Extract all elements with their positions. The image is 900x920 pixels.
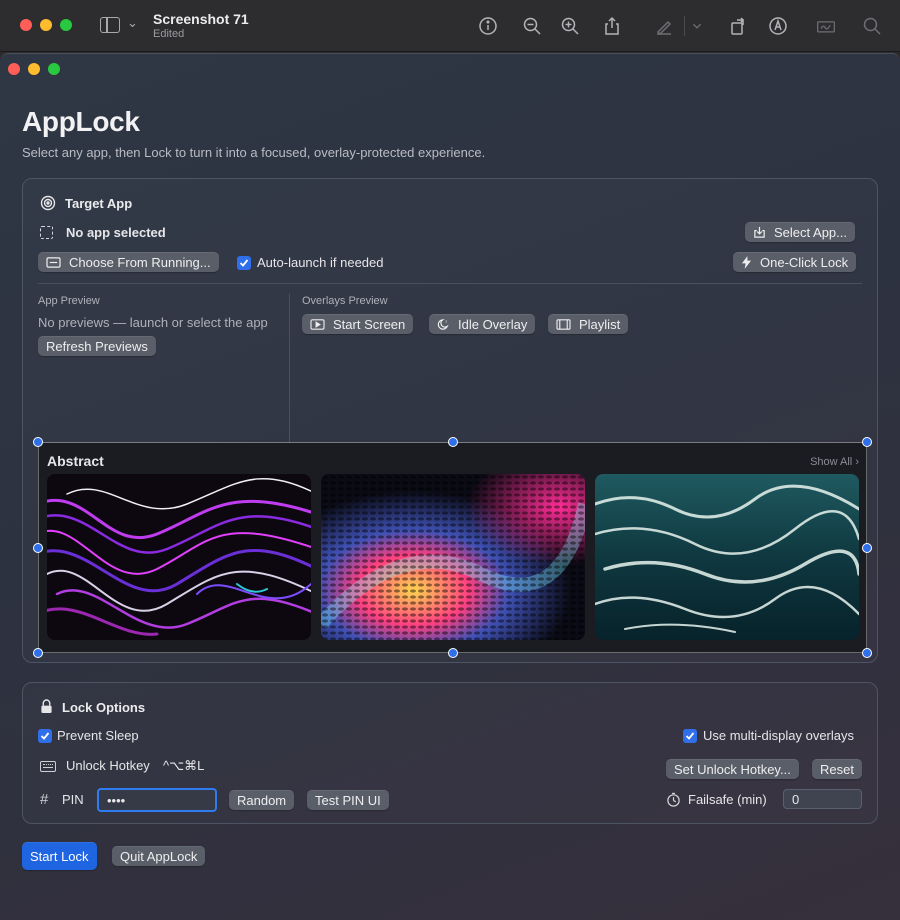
gallery-show-all-link[interactable]: Show All › xyxy=(810,456,859,468)
failsafe-minutes-field[interactable]: 0 xyxy=(783,789,862,809)
target-icon xyxy=(40,195,56,211)
refresh-previews-label: Refresh Previews xyxy=(46,338,148,354)
app-preview-label: App Preview xyxy=(38,295,100,307)
svg-text:z: z xyxy=(445,319,447,323)
start-lock-label: Start Lock xyxy=(30,848,89,864)
random-pin-label: Random xyxy=(237,792,287,808)
zoom-window-button[interactable] xyxy=(60,19,72,31)
multi-display-checkbox[interactable] xyxy=(683,729,697,743)
markup-pen-icon[interactable] xyxy=(652,14,676,38)
chevron-down-icon[interactable] xyxy=(688,14,706,38)
applock-window: AppLock Select any app, then Lock to tur… xyxy=(0,53,900,920)
bolt-icon xyxy=(741,255,752,269)
pin-label: PIN xyxy=(62,792,84,807)
auto-launch-label[interactable]: Auto-launch if needed xyxy=(257,255,383,270)
failsafe-label: Failsafe (min) xyxy=(688,792,767,807)
tab-playlist-label: Playlist xyxy=(579,316,621,332)
set-unlock-hotkey-button[interactable]: Set Unlock Hotkey... xyxy=(666,759,799,779)
applock-minimize-button[interactable] xyxy=(28,63,40,75)
keyboard-icon xyxy=(40,761,56,772)
one-click-lock-button[interactable]: One-Click Lock xyxy=(733,252,857,272)
pin-field[interactable]: •••• xyxy=(97,788,217,812)
zoom-out-icon[interactable] xyxy=(520,14,544,38)
info-icon[interactable] xyxy=(476,14,500,38)
refresh-previews-button[interactable]: Refresh Previews xyxy=(38,336,156,356)
reset-button[interactable]: Reset xyxy=(812,759,862,779)
list-icon xyxy=(46,256,61,269)
abstract-thumbnail-neon-lines[interactable] xyxy=(47,474,311,640)
tab-playlist[interactable]: Playlist xyxy=(548,314,629,334)
quit-applock-button[interactable]: Quit AppLock xyxy=(112,846,206,866)
test-pin-ui-button[interactable]: Test PIN UI xyxy=(307,790,389,810)
unlock-hotkey-label: Unlock Hotkey xyxy=(66,758,150,773)
lock-options-heading: Lock Options xyxy=(62,700,146,715)
resize-handle[interactable] xyxy=(862,543,872,553)
moon-icon: z xyxy=(437,318,450,331)
toolbar-separator xyxy=(684,16,685,36)
play-icon xyxy=(310,318,325,331)
resize-handle[interactable] xyxy=(862,648,872,658)
select-app-button[interactable]: Select App... xyxy=(745,222,855,242)
lock-options-card: Lock Options Prevent Sleep Use multi-dis… xyxy=(22,682,878,824)
choose-from-running-button[interactable]: Choose From Running... xyxy=(38,252,219,272)
resize-handle[interactable] xyxy=(33,648,43,658)
selection-placeholder-icon xyxy=(40,226,53,239)
multi-display-label[interactable]: Use multi-display overlays xyxy=(703,728,854,743)
overlays-preview-label: Overlays Preview xyxy=(302,295,388,307)
lock-icon xyxy=(40,699,53,719)
preview-toolbar: ⌄ Screenshot 71 Edited xyxy=(0,0,900,52)
minimize-window-button[interactable] xyxy=(40,19,52,31)
target-app-heading: Target App xyxy=(65,196,133,211)
start-lock-button[interactable]: Start Lock xyxy=(22,842,97,870)
markup-icon[interactable] xyxy=(766,14,790,38)
timer-icon xyxy=(666,792,681,812)
film-icon xyxy=(556,318,571,331)
choose-from-running-label: Choose From Running... xyxy=(69,254,211,270)
resize-handle[interactable] xyxy=(448,648,458,658)
sidebar-toggle-icon[interactable] xyxy=(100,17,120,33)
import-icon xyxy=(753,226,766,239)
divider xyxy=(38,283,862,284)
abstract-gallery-image[interactable]: Abstract Show All › xyxy=(38,443,867,653)
page-title: AppLock xyxy=(22,106,140,137)
tab-start-screen-label: Start Screen xyxy=(333,316,406,332)
tab-start-screen[interactable]: Start Screen xyxy=(302,314,414,334)
applock-close-button[interactable] xyxy=(8,63,20,75)
resize-handle[interactable] xyxy=(33,437,43,447)
random-pin-button[interactable]: Random xyxy=(229,790,295,810)
resize-handle[interactable] xyxy=(862,437,872,447)
abstract-thumbnail-water[interactable] xyxy=(595,474,859,640)
gallery-title: Abstract xyxy=(47,453,104,469)
search-icon[interactable] xyxy=(860,14,884,38)
tab-idle-overlay-label: Idle Overlay xyxy=(458,316,528,332)
close-window-button[interactable] xyxy=(20,19,32,31)
unlock-hotkey-value: ^⌥⌘L xyxy=(163,758,205,773)
resize-handle[interactable] xyxy=(33,543,43,553)
share-icon[interactable] xyxy=(600,14,624,38)
signature-icon[interactable] xyxy=(812,14,840,38)
one-click-lock-label: One-Click Lock xyxy=(760,254,849,270)
page-subtitle: Select any app, then Lock to turn it int… xyxy=(22,145,486,160)
selected-app-label: No app selected xyxy=(66,225,166,240)
no-previews-text: No previews — launch or select the app xyxy=(38,315,268,330)
quit-applock-label: Quit AppLock xyxy=(120,848,198,864)
prevent-sleep-checkbox[interactable] xyxy=(38,729,52,743)
test-pin-ui-label: Test PIN UI xyxy=(315,792,381,808)
document-title: Screenshot 71 xyxy=(153,11,249,27)
chevron-down-icon[interactable]: ⌄ xyxy=(127,15,138,31)
reset-label: Reset xyxy=(820,761,854,777)
document-status: Edited xyxy=(153,28,185,40)
prevent-sleep-label[interactable]: Prevent Sleep xyxy=(57,728,139,743)
hash-icon: # xyxy=(40,791,49,808)
zoom-in-icon[interactable] xyxy=(558,14,582,38)
set-unlock-hotkey-label: Set Unlock Hotkey... xyxy=(674,761,791,777)
abstract-thumbnail-rainbow-wave[interactable] xyxy=(321,474,585,640)
select-app-label: Select App... xyxy=(774,224,847,240)
divider xyxy=(289,294,290,442)
resize-handle[interactable] xyxy=(448,437,458,447)
applock-zoom-button[interactable] xyxy=(48,63,60,75)
rotate-icon[interactable] xyxy=(726,14,750,38)
tab-idle-overlay[interactable]: z Idle Overlay xyxy=(429,314,536,334)
auto-launch-checkbox[interactable] xyxy=(237,256,251,270)
